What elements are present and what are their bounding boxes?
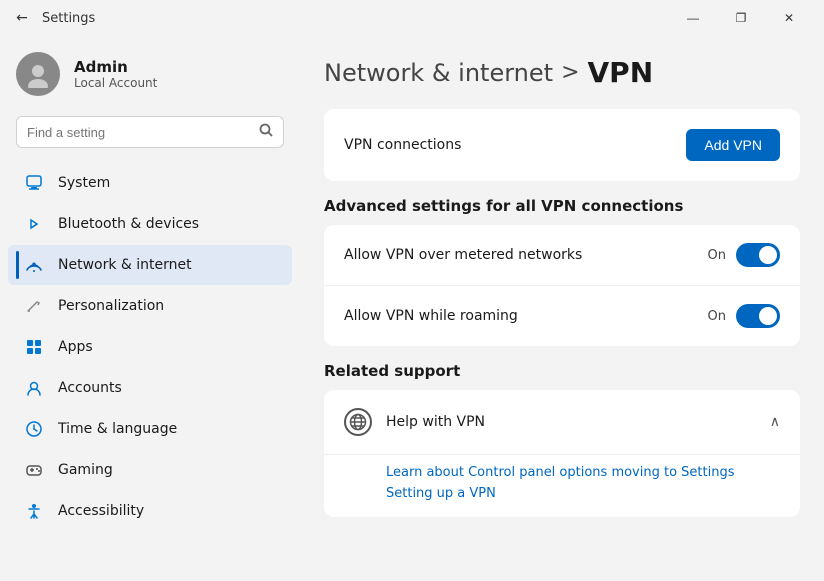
support-links: Learn about Control panel options moving… (324, 455, 800, 517)
sidebar-item-apps[interactable]: Apps (8, 327, 292, 367)
search-icon (259, 123, 273, 141)
maximize-button[interactable]: ❐ (718, 3, 764, 33)
sidebar-item-network[interactable]: Network & internet (8, 245, 292, 285)
vpn-connections-card: VPN connections Add VPN (324, 109, 800, 181)
sidebar-item-accounts[interactable]: Accounts (8, 368, 292, 408)
personalization-icon (24, 296, 44, 316)
sidebar-item-label-apps: Apps (58, 339, 93, 355)
accessibility-icon (24, 501, 44, 521)
support-card: Help with VPN ∧ Learn about Control pane… (324, 390, 800, 517)
toggle-row-roaming: Allow VPN while roaming On (324, 286, 800, 346)
bluetooth-icon (24, 214, 44, 234)
main-content: Network & internet > VPN VPN connections… (300, 36, 824, 581)
profile-section: Admin Local Account (0, 36, 300, 116)
add-vpn-button[interactable]: Add VPN (686, 129, 780, 161)
sidebar-item-label-system: System (58, 175, 110, 191)
toggle-metered-right: On (708, 243, 780, 267)
toggle-metered-switch[interactable] (736, 243, 780, 267)
toggle-roaming-label: Allow VPN while roaming (344, 308, 518, 324)
back-button[interactable]: ← (12, 8, 32, 28)
breadcrumb: Network & internet (324, 59, 553, 87)
toggle-metered-label: Allow VPN over metered networks (344, 247, 582, 263)
sidebar-item-label-accounts: Accounts (58, 380, 122, 396)
accounts-icon (24, 378, 44, 398)
apps-icon (24, 337, 44, 357)
profile-info: Admin Local Account (74, 58, 157, 90)
page-header: Network & internet > VPN (324, 56, 800, 89)
support-link-setup-vpn[interactable]: Setting up a VPN (386, 486, 780, 501)
titlebar-title: Settings (42, 11, 95, 26)
support-header-left: Help with VPN (344, 408, 485, 436)
search-box[interactable] (16, 116, 284, 148)
time-icon (24, 419, 44, 439)
toggle-roaming-switch[interactable] (736, 304, 780, 328)
sidebar-item-label-gaming: Gaming (58, 462, 113, 478)
sidebar-item-personalization[interactable]: Personalization (8, 286, 292, 326)
globe-icon (344, 408, 372, 436)
help-with-vpn-label: Help with VPN (386, 414, 485, 430)
sidebar-item-accessibility[interactable]: Accessibility (8, 491, 292, 531)
nav-list: System Bluetooth & devices Network & int… (0, 162, 300, 532)
page-title: VPN (588, 56, 654, 89)
advanced-settings-card: Allow VPN over metered networks On Allow… (324, 225, 800, 346)
help-with-vpn-header[interactable]: Help with VPN ∧ (324, 390, 800, 455)
sidebar-item-label-accessibility: Accessibility (58, 503, 144, 519)
profile-name: Admin (74, 58, 157, 76)
vpn-connections-row: VPN connections Add VPN (324, 109, 800, 181)
window-controls: — ❐ ✕ (670, 3, 812, 33)
titlebar: ← Settings — ❐ ✕ (0, 0, 824, 36)
support-link-control-panel[interactable]: Learn about Control panel options moving… (386, 465, 780, 480)
sidebar-item-label-personalization: Personalization (58, 298, 164, 314)
minimize-button[interactable]: — (670, 3, 716, 33)
close-button[interactable]: ✕ (766, 3, 812, 33)
vpn-connections-label: VPN connections (344, 137, 461, 153)
sidebar-item-bluetooth[interactable]: Bluetooth & devices (8, 204, 292, 244)
sidebar-item-label-time: Time & language (58, 421, 177, 437)
toggle-roaming-right: On (708, 304, 780, 328)
advanced-section-title: Advanced settings for all VPN connection… (324, 197, 800, 215)
network-icon (24, 255, 44, 275)
sidebar: Admin Local Account System Bluetooth & d… (0, 36, 300, 581)
toggle-metered-status: On (708, 248, 726, 263)
avatar (16, 52, 60, 96)
sidebar-item-label-network: Network & internet (58, 257, 192, 273)
gaming-icon (24, 460, 44, 480)
search-input[interactable] (27, 125, 251, 140)
toggle-row-metered: Allow VPN over metered networks On (324, 225, 800, 286)
sidebar-item-time[interactable]: Time & language (8, 409, 292, 449)
sidebar-item-label-bluetooth: Bluetooth & devices (58, 216, 199, 232)
sidebar-item-system[interactable]: System (8, 163, 292, 203)
profile-subtitle: Local Account (74, 76, 157, 90)
toggle-roaming-status: On (708, 309, 726, 324)
app-body: Admin Local Account System Bluetooth & d… (0, 36, 824, 581)
system-icon (24, 173, 44, 193)
chevron-up-icon: ∧ (770, 414, 780, 430)
breadcrumb-separator: > (561, 60, 579, 85)
related-support-title: Related support (324, 362, 800, 380)
sidebar-item-gaming[interactable]: Gaming (8, 450, 292, 490)
